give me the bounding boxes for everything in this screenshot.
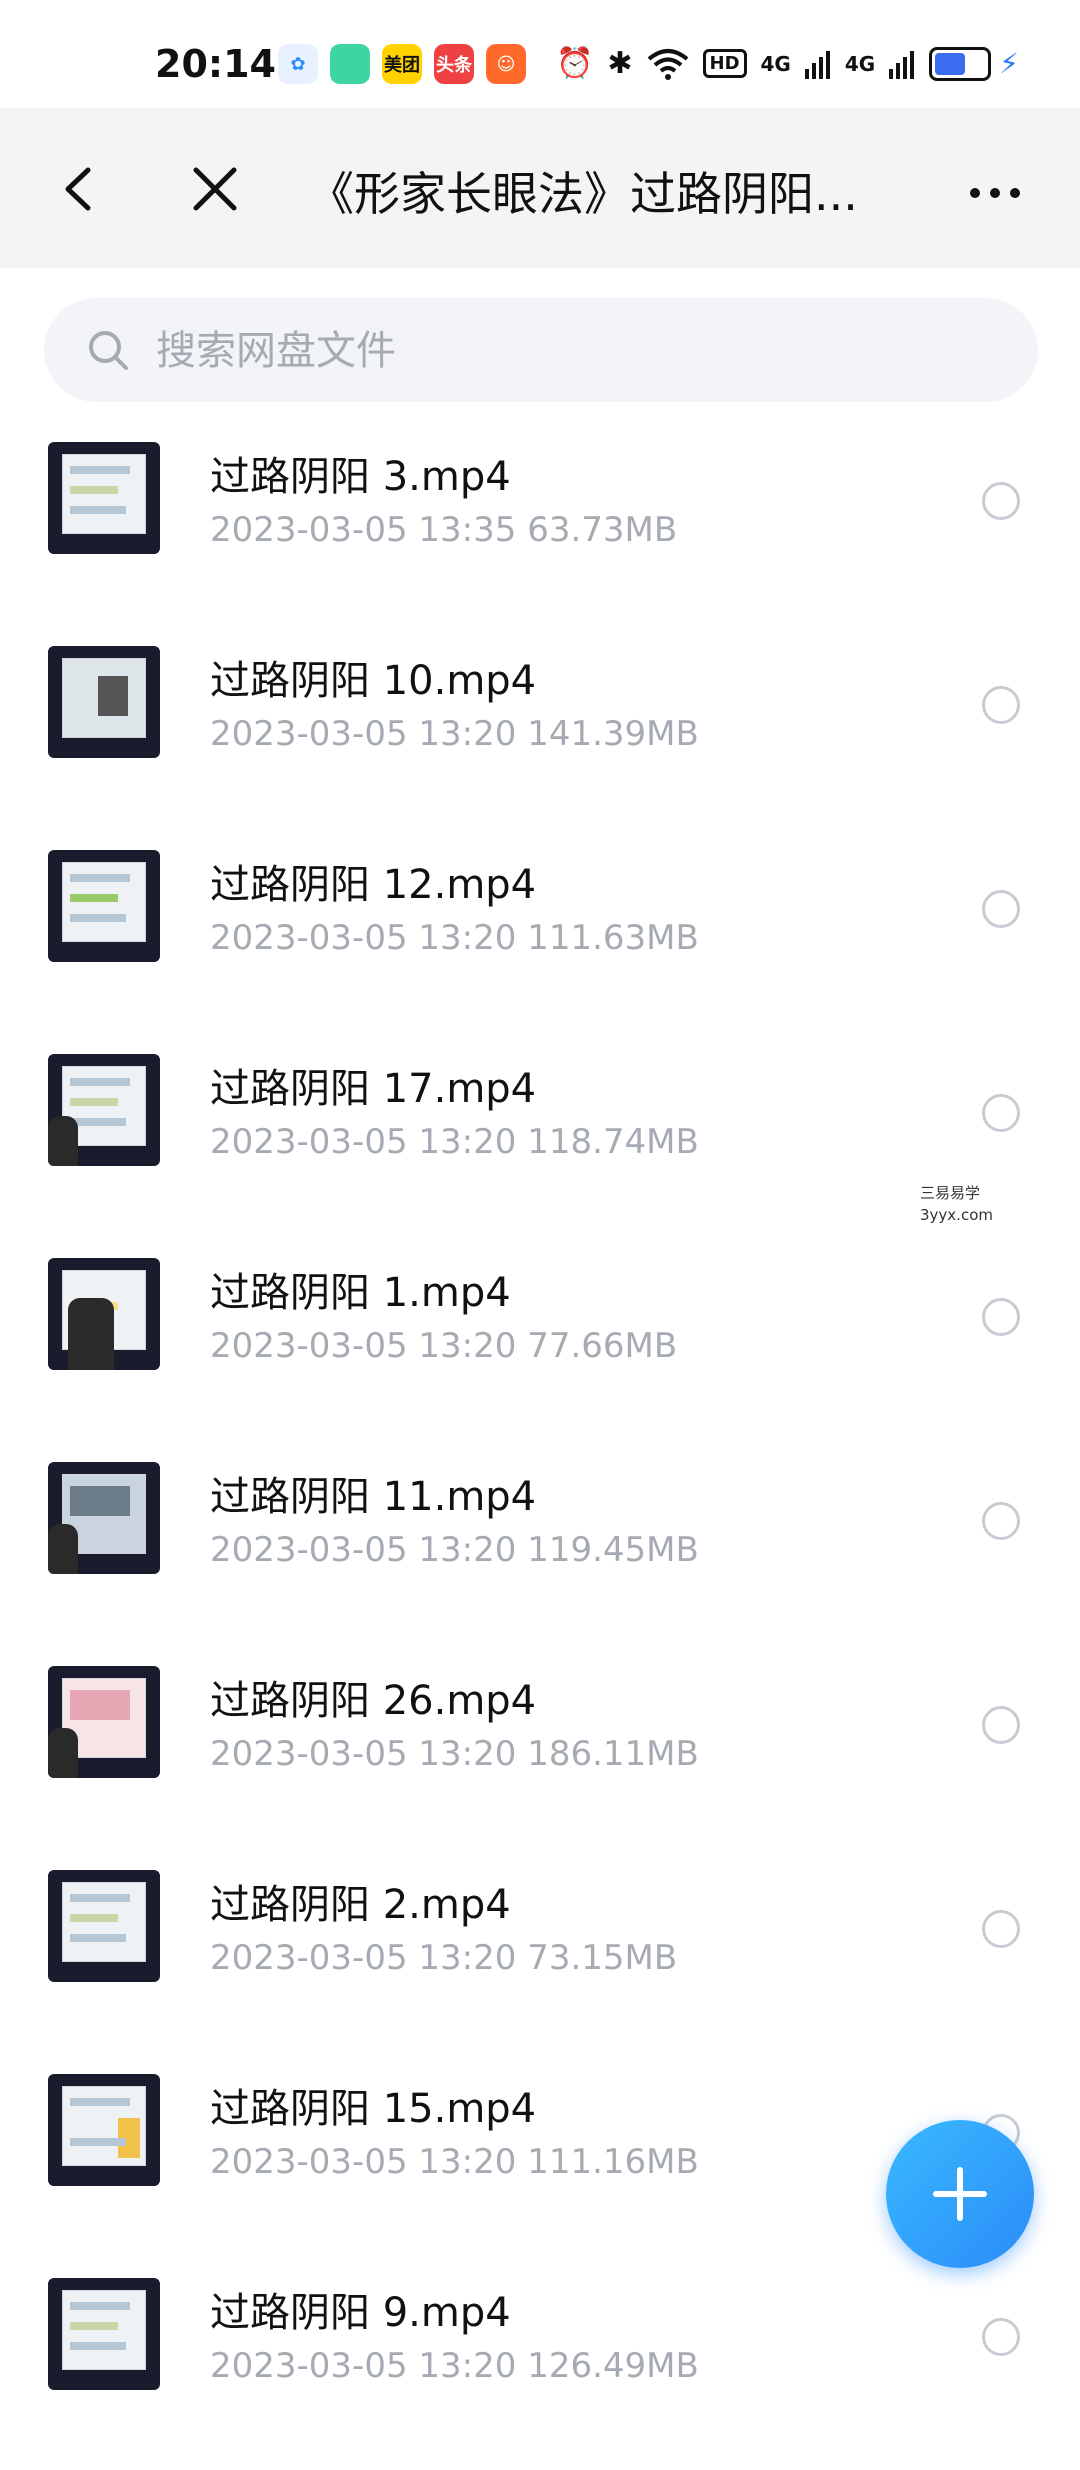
file-meta: 2023-03-05 13:35 63.73MB xyxy=(210,510,678,550)
signal-4g-label-2: 4G xyxy=(844,51,876,76)
alarm-icon: ⏰ xyxy=(556,46,594,81)
bluetooth-icon: ✱ xyxy=(607,46,633,81)
video-thumbnail xyxy=(48,1462,160,1574)
wifi-icon xyxy=(647,48,688,80)
file-row[interactable]: 过路阴阳 3.mp4 2023-03-05 13:35 63.73MB xyxy=(0,430,1080,634)
file-name: 过路阴阳 10.mp4 xyxy=(210,658,537,704)
notification-icons: ✿ 美团 头条 ☺ xyxy=(278,44,526,84)
top-navigation-bar: 《形家长眼法》过路阴阳... xyxy=(0,108,1080,268)
file-row[interactable]: 过路阴阳 10.mp4 2023-03-05 13:20 141.39MB xyxy=(0,634,1080,838)
select-checkbox[interactable] xyxy=(982,1094,1020,1132)
select-checkbox[interactable] xyxy=(982,1706,1020,1744)
signal-icon-1 xyxy=(804,50,830,79)
charging-icon: ⚡ xyxy=(999,47,1019,80)
select-checkbox[interactable] xyxy=(982,482,1020,520)
file-row[interactable]: 过路阴阳 9.mp4 2023-03-05 13:20 126.49MB xyxy=(0,2266,1080,2470)
hd-voice-icon: HD xyxy=(702,49,747,78)
meituan-icon: 美团 xyxy=(382,44,422,84)
file-meta: 2023-03-05 13:20 126.49MB xyxy=(210,2346,699,2386)
status-time: 20:14 xyxy=(155,42,276,86)
signal-4g-label-1: 4G xyxy=(760,51,791,76)
battery-icon xyxy=(929,46,992,81)
file-row[interactable]: 过路阴阳 2.mp4 2023-03-05 13:20 73.15MB xyxy=(0,1858,1080,2062)
video-thumbnail xyxy=(48,442,160,554)
file-name: 过路阴阳 2.mp4 xyxy=(210,1882,511,1928)
file-meta: 2023-03-05 13:20 73.15MB xyxy=(210,1938,678,1978)
file-name: 过路阴阳 12.mp4 xyxy=(210,862,537,908)
file-name: 过路阴阳 15.mp4 xyxy=(210,2086,537,2132)
select-checkbox[interactable] xyxy=(982,1298,1020,1336)
file-meta: 2023-03-05 13:20 111.63MB xyxy=(210,918,699,958)
search-input[interactable] xyxy=(154,318,998,384)
file-name: 过路阴阳 26.mp4 xyxy=(210,1678,537,1724)
close-button[interactable] xyxy=(180,154,250,224)
signal-icon-2 xyxy=(889,50,915,79)
file-row[interactable]: 过路阴阳 26.mp4 2023-03-05 13:20 186.11MB xyxy=(0,1654,1080,1858)
file-name: 过路阴阳 11.mp4 xyxy=(210,1474,537,1520)
more-options-button[interactable] xyxy=(960,168,1030,218)
select-checkbox[interactable] xyxy=(982,1910,1020,1948)
file-meta: 2023-03-05 13:20 118.74MB xyxy=(210,1122,699,1162)
file-name: 过路阴阳 1.mp4 xyxy=(210,1270,511,1316)
file-row[interactable]: 过路阴阳 1.mp4 2023-03-05 13:20 77.66MB xyxy=(0,1246,1080,1450)
search-bar[interactable] xyxy=(44,298,1038,402)
video-thumbnail xyxy=(48,1870,160,1982)
video-thumbnail xyxy=(48,1054,160,1166)
file-meta: 2023-03-05 13:20 141.39MB xyxy=(210,714,699,754)
green-app-icon xyxy=(330,44,370,84)
system-icons: ⏰ ✱ HD 4G 4G ⚡ xyxy=(556,46,1019,81)
video-thumbnail xyxy=(48,1258,160,1370)
page-title: 《形家长眼法》过路阴阳... xyxy=(308,167,858,221)
status-bar: 20:14 ✿ 美团 头条 ☺ ⏰ ✱ HD 4G 4G ⚡ xyxy=(0,0,1080,108)
video-thumbnail xyxy=(48,646,160,758)
watermark: 三易易学 3yyx.com xyxy=(920,1182,993,1226)
video-thumbnail xyxy=(48,850,160,962)
search-icon xyxy=(89,331,128,370)
select-checkbox[interactable] xyxy=(982,686,1020,724)
select-checkbox[interactable] xyxy=(982,890,1020,928)
watermark-line-1: 三易易学 xyxy=(920,1184,981,1202)
video-thumbnail xyxy=(48,2278,160,2390)
select-checkbox[interactable] xyxy=(982,2318,1020,2356)
orange-app-icon: ☺ xyxy=(486,44,526,84)
plus-icon xyxy=(933,2167,987,2221)
watermark-line-2: 3yyx.com xyxy=(920,1206,993,1224)
file-meta: 2023-03-05 13:20 77.66MB xyxy=(210,1326,678,1366)
file-name: 过路阴阳 17.mp4 xyxy=(210,1066,537,1112)
baidu-netdisk-icon: ✿ xyxy=(278,44,318,84)
file-row[interactable]: 过路阴阳 17.mp4 2023-03-05 13:20 118.74MB xyxy=(0,1042,1080,1246)
toutiao-icon: 头条 xyxy=(434,44,474,84)
file-meta: 2023-03-05 13:20 119.45MB xyxy=(210,1530,699,1570)
video-thumbnail xyxy=(48,2074,160,2186)
file-meta: 2023-03-05 13:20 186.11MB xyxy=(210,1734,699,1774)
file-row[interactable]: 过路阴阳 11.mp4 2023-03-05 13:20 119.45MB xyxy=(0,1450,1080,1654)
file-name: 过路阴阳 9.mp4 xyxy=(210,2290,511,2336)
add-button[interactable] xyxy=(886,2120,1034,2268)
file-meta: 2023-03-05 13:20 111.16MB xyxy=(210,2142,699,2182)
back-button[interactable] xyxy=(46,154,116,224)
video-thumbnail xyxy=(48,1666,160,1778)
file-name: 过路阴阳 3.mp4 xyxy=(210,454,511,500)
file-row[interactable]: 过路阴阳 12.mp4 2023-03-05 13:20 111.63MB xyxy=(0,838,1080,1042)
select-checkbox[interactable] xyxy=(982,1502,1020,1540)
